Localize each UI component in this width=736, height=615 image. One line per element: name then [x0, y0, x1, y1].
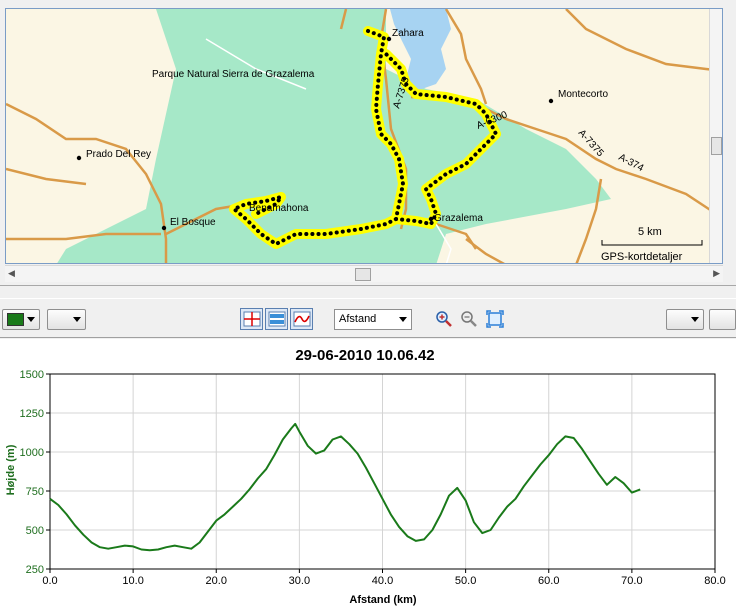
scroll-left-icon[interactable]: ◀ [8, 269, 15, 278]
map-canvas[interactable]: Zahara Parque Natural Sierra de Grazalem… [6, 9, 723, 264]
elevation-chart[interactable]: 0.0 10.0 20.0 30.0 40.0 50.0 60.0 70.0 80.0 250 50… [0, 339, 736, 615]
town-dot-prado-del-rey [76, 155, 82, 161]
detail-label: GPS-kortdetaljer [601, 251, 683, 263]
color-picker-button[interactable] [2, 309, 40, 330]
town-dot-grazalema [428, 216, 434, 222]
chart-series [49, 422, 641, 552]
label-grazalema: Grazalema [434, 213, 483, 224]
x-tick-label: 80.0 [704, 575, 725, 587]
chart-title: 29-06-2010 10.06.42 [295, 347, 434, 364]
crosshair-mode-button[interactable] [240, 308, 263, 330]
distance-mode-value: Afstand [339, 313, 377, 325]
label-montecorto: Montecorto [558, 89, 608, 100]
line-style-button[interactable] [47, 309, 86, 330]
x-axis-label: Afstand (km) [349, 594, 417, 606]
chevron-down-icon [691, 317, 699, 322]
gps-app-window: Zahara Parque Natural Sierra de Grazalem… [0, 0, 736, 615]
curve-icon [293, 311, 311, 327]
town-dot-el-bosque [161, 225, 167, 231]
label-zahara: Zahara [392, 28, 424, 39]
scroll-right-icon[interactable]: ▶ [713, 269, 720, 278]
x-tick-label: 0.0 [42, 575, 57, 587]
y-tick-label: 1000 [20, 447, 44, 459]
town-dot-zahara [386, 36, 392, 42]
chevron-down-icon [73, 317, 81, 322]
map-horizontal-scroll-thumb[interactable] [355, 268, 371, 281]
y-tick-label: 500 [26, 525, 44, 537]
settings-dropdown-button[interactable] [666, 309, 704, 330]
zoom-fit-icon[interactable] [486, 310, 504, 328]
x-tick-label: 70.0 [621, 575, 642, 587]
label-prado-del-rey: Prado Del Rey [86, 149, 151, 160]
chevron-down-icon [27, 317, 35, 322]
y-tick-label: 250 [26, 564, 44, 576]
scale-label: 5 km [638, 226, 662, 238]
zoom-in-icon[interactable] [435, 310, 453, 328]
split-view-button[interactable] [265, 308, 288, 330]
x-tick-label: 20.0 [206, 575, 227, 587]
profile-toolbar: Afstand [0, 300, 736, 338]
map-vertical-scrollbar[interactable] [709, 9, 722, 263]
chart-grid [49, 373, 716, 570]
chart-axes: 0.0 10.0 20.0 30.0 40.0 50.0 60.0 70.0 80.0 250 50… [20, 369, 726, 587]
curve-view-button[interactable] [290, 308, 313, 330]
y-tick-label: 750 [26, 486, 44, 498]
map-panel: Zahara Parque Natural Sierra de Grazalem… [0, 0, 736, 284]
extra-toolbar-button[interactable] [709, 309, 736, 330]
zoom-out-icon[interactable] [460, 310, 478, 328]
y-tick-label: 1250 [20, 408, 44, 420]
chevron-down-icon [399, 317, 407, 322]
x-tick-label: 60.0 [538, 575, 559, 587]
crosshair-icon [243, 311, 261, 327]
label-el-bosque: El Bosque [170, 217, 216, 228]
map-view[interactable]: Zahara Parque Natural Sierra de Grazalem… [5, 8, 723, 264]
label-park: Parque Natural Sierra de Grazalema [152, 69, 315, 80]
y-tick-label: 1500 [20, 369, 44, 381]
x-tick-label: 50.0 [455, 575, 476, 587]
split-view-icon [268, 311, 286, 327]
elevation-line [49, 422, 641, 552]
distance-mode-select[interactable]: Afstand [334, 309, 412, 330]
label-benamahona: Benamahona [249, 203, 309, 214]
panel-splitter[interactable] [0, 285, 736, 299]
town-dot-montecorto [548, 98, 554, 104]
elevation-profile-panel: 0.0 10.0 20.0 30.0 40.0 50.0 60.0 70.0 80.0 250 50… [0, 339, 736, 615]
map-vertical-scroll-thumb[interactable] [711, 137, 722, 155]
x-tick-label: 40.0 [372, 575, 393, 587]
color-swatch [7, 313, 24, 326]
x-tick-label: 30.0 [289, 575, 310, 587]
x-tick-label: 10.0 [122, 575, 143, 587]
map-horizontal-scrollbar[interactable]: ◀ ▶ [5, 265, 723, 282]
y-axis-label: Højde (m) [5, 444, 17, 495]
